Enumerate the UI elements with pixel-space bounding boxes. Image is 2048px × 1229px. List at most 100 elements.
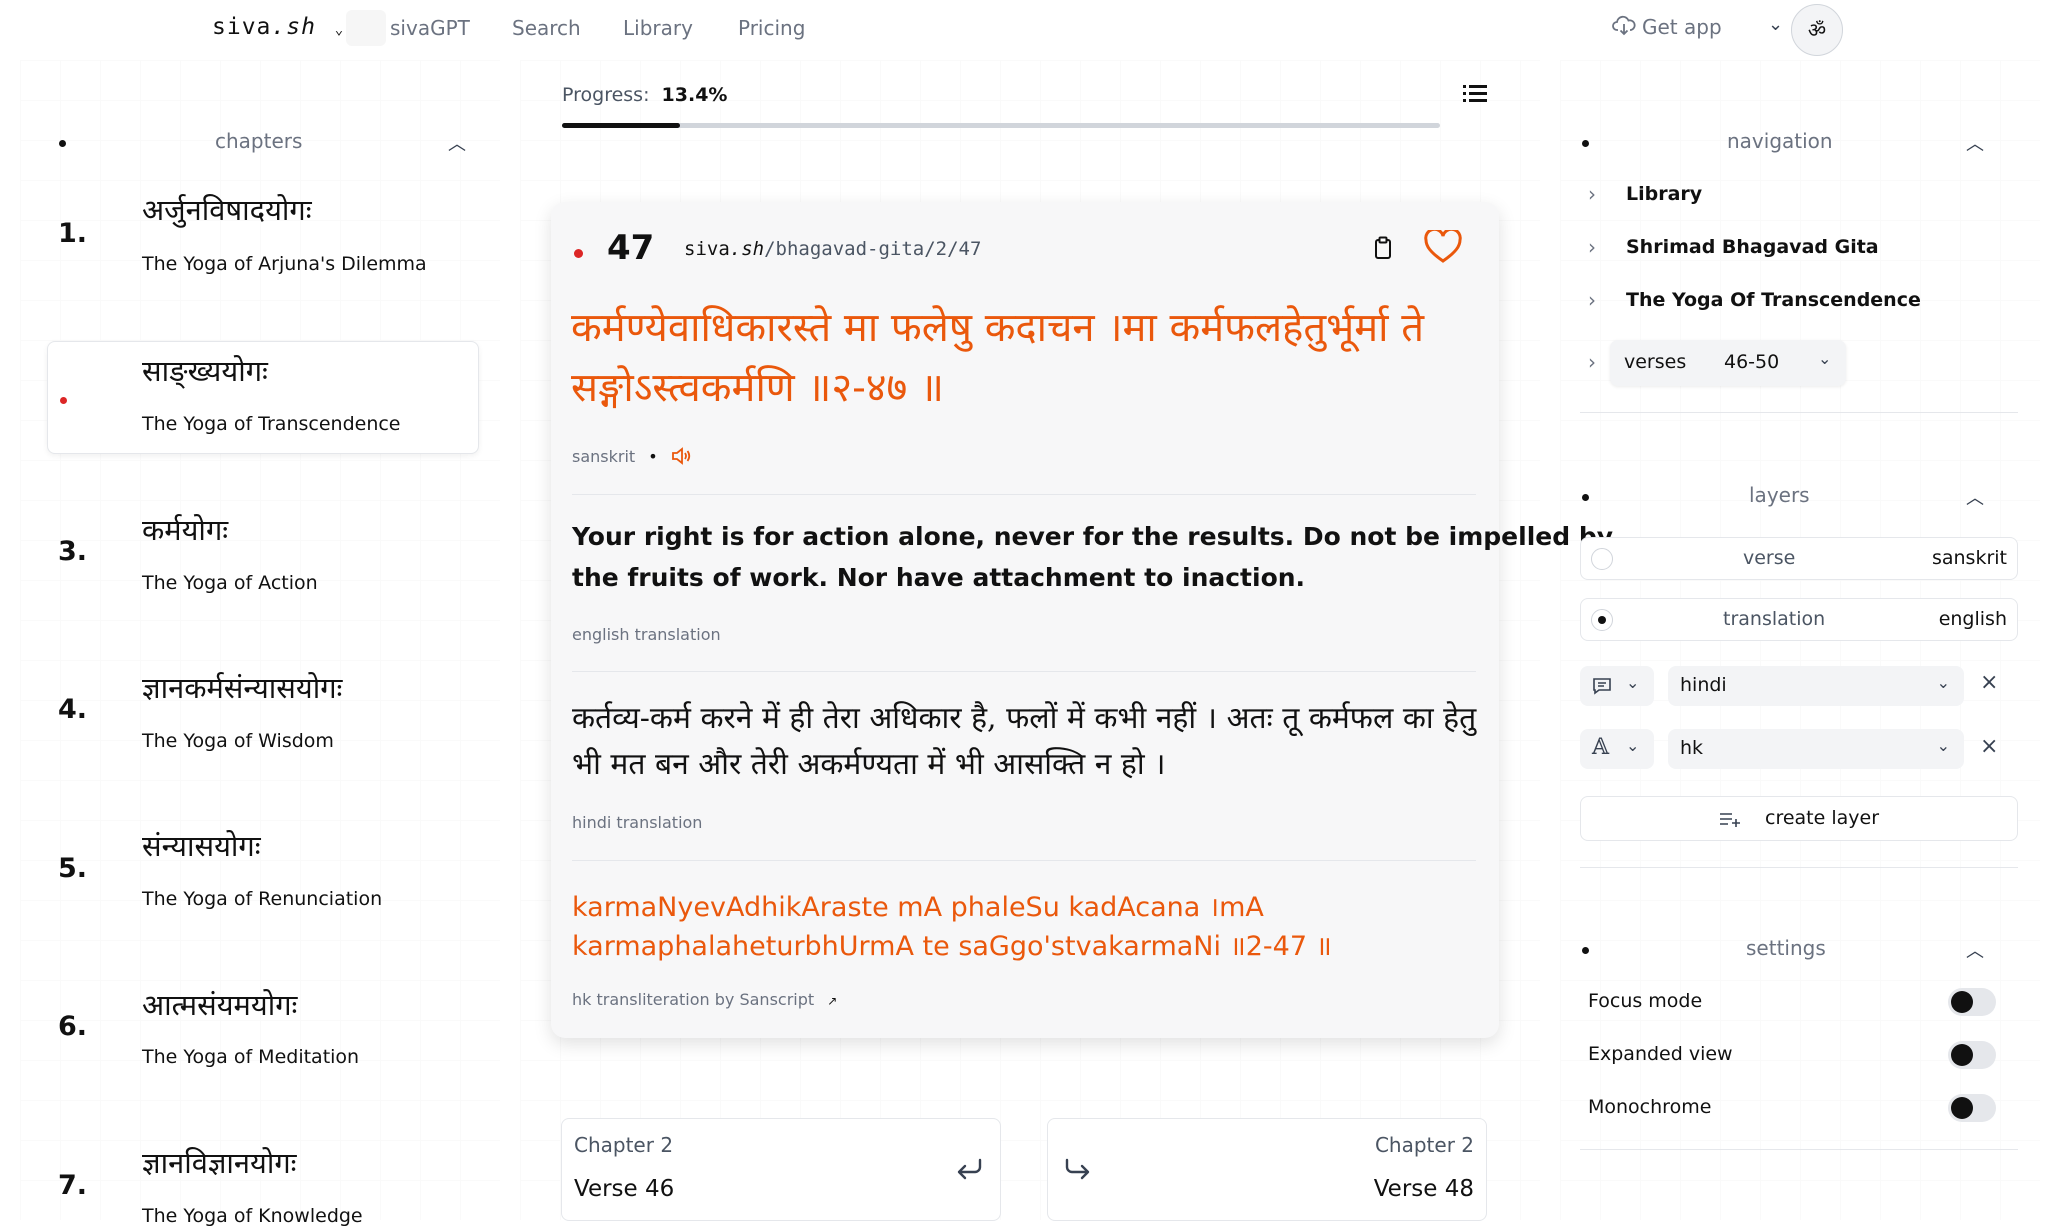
chapter-number: 3. xyxy=(58,536,88,567)
next-chapter: Chapter 2 xyxy=(1374,1133,1474,1157)
add-list-icon xyxy=(1720,813,1740,827)
chevron-down-icon: ⌄ xyxy=(1936,736,1950,755)
sanskrit-line-2: सङ्गोऽस्त्वकर्मणि ॥२-४७ ॥ xyxy=(571,365,944,411)
chapter-english: The Yoga of Transcendence xyxy=(142,413,401,435)
sanskrit-label-row: sanskrit • xyxy=(572,447,691,466)
nav-link-search[interactable]: Search xyxy=(512,16,581,40)
chapter-english: The Yoga of Knowledge xyxy=(142,1205,363,1227)
prev-verse: Verse 46 xyxy=(574,1176,675,1202)
section-dot xyxy=(59,140,66,147)
chevron-right-icon: › xyxy=(1588,350,1596,374)
layer-type-select[interactable]: 𝔸 ⌄ xyxy=(1580,729,1654,769)
remove-layer-close-icon[interactable]: × xyxy=(1980,734,1998,759)
logo-ext: .sh xyxy=(271,14,316,40)
chapter-number: 7. xyxy=(58,1170,88,1201)
layers-collapse-icon[interactable]: ︿ xyxy=(1966,484,1984,510)
chapter-number: 1. xyxy=(58,218,88,249)
chapters-collapse-icon[interactable]: ︿ xyxy=(448,130,466,156)
layer-row-translation[interactable]: translation english xyxy=(1580,598,2018,641)
avatar[interactable]: ॐ xyxy=(1791,4,1843,56)
hindi-line-1: कर्तव्य-कर्म करने में ही तेरा अधिकार है,… xyxy=(572,701,1477,736)
chevron-down-icon: ⌄ xyxy=(1818,349,1832,368)
settings-collapse-icon[interactable]: ︿ xyxy=(1966,937,1984,963)
url-prefix: siva xyxy=(684,238,730,260)
nav-item-library[interactable]: Library xyxy=(1626,183,1702,205)
prev-verse-button[interactable]: Chapter 2 Verse 46 xyxy=(561,1118,1001,1221)
divider xyxy=(572,671,1476,672)
verses-range-select[interactable]: verses 46-50 ⌄ xyxy=(1610,340,1846,386)
language-select-hindi[interactable]: hindi ⌄ xyxy=(1668,666,1964,706)
speaker-icon[interactable] xyxy=(671,447,691,465)
hk-line-2: karmaphalaheturbhUrmA te saGgo'stvakarma… xyxy=(572,931,1332,962)
chapter-number: 5. xyxy=(58,853,88,884)
english-line-1: Your right is for action alone, never fo… xyxy=(572,522,1614,551)
verses-label: verses xyxy=(1624,351,1687,373)
progress-bar-track xyxy=(562,123,1440,128)
nav-item-chapter[interactable]: The Yoga Of Transcendence xyxy=(1626,289,1921,311)
heart-icon[interactable] xyxy=(1424,227,1462,268)
site-logo[interactable]: siva.sh ⌄ xyxy=(212,14,344,40)
divider xyxy=(1580,867,2018,868)
expanded-view-toggle[interactable] xyxy=(1948,1041,1996,1069)
layer-label: verse xyxy=(1743,547,1796,569)
toggle-knob xyxy=(1951,991,1973,1013)
chapter-devanagari: साङ्ख्ययोगः xyxy=(142,354,268,388)
progress-label: Progress: 13.4% xyxy=(562,84,727,106)
divider xyxy=(1580,1149,2018,1150)
hk-label-row[interactable]: hk transliteration by Sanscript ↗ xyxy=(572,990,837,1009)
get-app-button[interactable]: Get app xyxy=(1612,15,1722,39)
verse-url[interactable]: siva.sh/bhagavad-gita/2/47 xyxy=(684,238,981,260)
chapter-english: The Yoga of Action xyxy=(142,572,318,594)
layer-type-select[interactable]: ⌄ xyxy=(1580,666,1654,706)
chapter-devanagari: ज्ञानकर्मसंन्यासयोगः xyxy=(142,671,343,705)
create-layer-label: create layer xyxy=(1765,807,1880,829)
progress-value: 13.4% xyxy=(661,84,728,106)
verses-range: 46-50 xyxy=(1724,351,1780,373)
select-value: hindi xyxy=(1680,674,1727,696)
script-icon: 𝔸 xyxy=(1592,735,1610,760)
divider xyxy=(572,494,1476,495)
message-icon xyxy=(1593,678,1611,695)
divider xyxy=(572,860,1476,861)
chevron-right-icon: › xyxy=(1588,235,1596,259)
navigation-collapse-icon[interactable]: ︿ xyxy=(1966,130,1984,156)
chapter-devanagari: कर्मयोगः xyxy=(142,513,229,547)
language-chevron-down-icon[interactable]: ⌄ xyxy=(1768,14,1783,35)
chapter-devanagari: आत्मसंयमयोगः xyxy=(142,988,298,1022)
return-left-icon xyxy=(957,1158,982,1180)
nav-link-pricing[interactable]: Pricing xyxy=(738,16,805,40)
setting-focus-mode: Focus mode xyxy=(1588,990,1703,1012)
chapter-english: The Yoga of Arjuna's Dilemma xyxy=(142,253,427,275)
focus-mode-toggle[interactable] xyxy=(1948,988,1996,1016)
om-icon: ॐ xyxy=(1807,18,1827,42)
verse-status-dot xyxy=(574,249,583,258)
radio-empty[interactable] xyxy=(1591,548,1613,570)
clipboard-icon[interactable] xyxy=(1373,236,1393,264)
layer-row-verse[interactable]: verse sanskrit xyxy=(1580,537,2018,580)
nav-link-sivagpt[interactable]: sivaGPT xyxy=(390,16,470,40)
external-link-icon: ↗ xyxy=(827,994,838,1008)
sanskrit-label: sanskrit xyxy=(572,447,636,466)
layer-value: english xyxy=(1938,608,2007,630)
chapter-english: The Yoga of Meditation xyxy=(142,1046,360,1068)
nav-link-library[interactable]: Library xyxy=(623,16,693,40)
chapter-number: 4. xyxy=(58,694,88,725)
list-icon[interactable] xyxy=(1463,83,1489,109)
chevron-down-icon: ⌄ xyxy=(334,22,345,38)
next-verse: Verse 48 xyxy=(1373,1176,1474,1202)
script-select-hk[interactable]: hk ⌄ xyxy=(1668,729,1964,769)
chapter-english: The Yoga of Wisdom xyxy=(142,730,334,752)
get-app-label: Get app xyxy=(1642,15,1722,39)
monochrome-toggle[interactable] xyxy=(1948,1094,1996,1122)
prev-chapter: Chapter 2 xyxy=(574,1133,674,1157)
layers-title: layers xyxy=(1749,483,1810,507)
settings-title: settings xyxy=(1746,936,1826,960)
nav-item-gita[interactable]: Shrimad Bhagavad Gita xyxy=(1626,236,1879,258)
layer-label: translation xyxy=(1723,608,1826,630)
radio-selected[interactable] xyxy=(1591,609,1613,631)
next-verse-button[interactable]: Chapter 2 Verse 48 xyxy=(1047,1118,1487,1221)
active-indicator-dot xyxy=(60,397,67,404)
english-line-2: the fruits of work. Nor have attachment … xyxy=(572,563,1306,592)
remove-layer-close-icon[interactable]: × xyxy=(1980,670,1998,695)
create-layer-button[interactable]: create layer xyxy=(1580,796,2018,841)
